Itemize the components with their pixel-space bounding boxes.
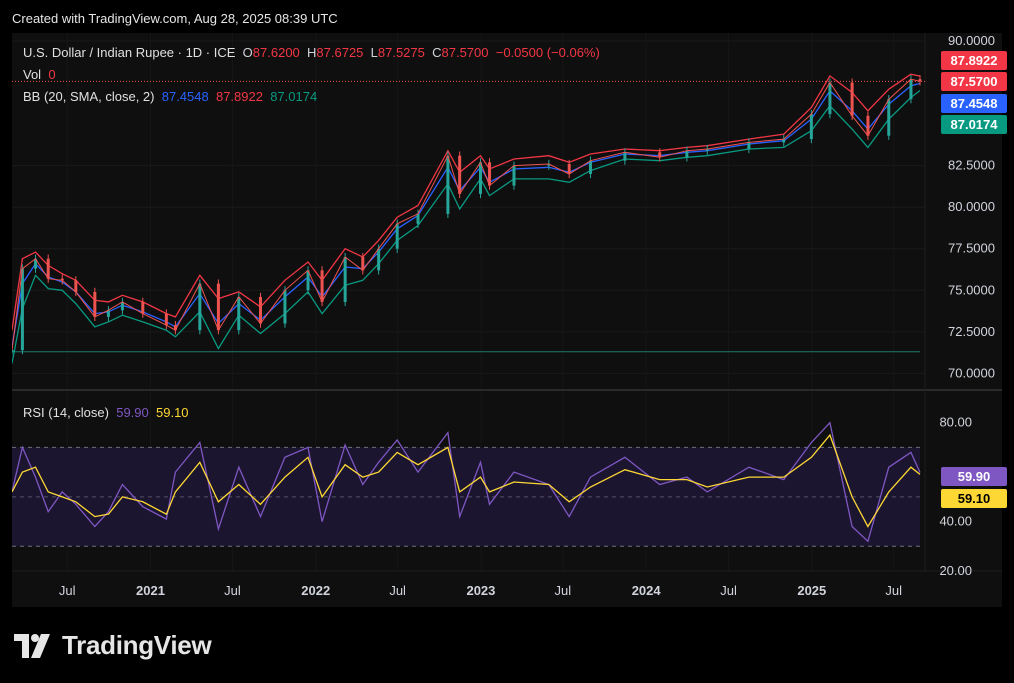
time-tick-label: Jul	[555, 583, 572, 598]
candle-body	[20, 268, 24, 351]
bb-label: BB (20, SMA, close, 2)	[23, 89, 155, 104]
rsi-tick-label: 80.00	[939, 415, 972, 430]
rsi-value: 59.90	[116, 405, 149, 420]
volume-value: 0	[48, 67, 56, 82]
bb-lower-tag: 87.0174	[941, 115, 1007, 134]
time-tick-label: Jul	[885, 583, 902, 598]
close-label: C	[432, 45, 442, 60]
high-label: H	[307, 45, 317, 60]
time-tick-label: 2024	[632, 583, 662, 598]
low-label: L	[370, 45, 378, 60]
bb-basis-line	[12, 82, 921, 347]
candle-body	[216, 283, 220, 331]
candle-body	[259, 296, 263, 324]
price-tick-label: 70.0000	[948, 365, 995, 380]
open-value: 87.6200	[252, 45, 300, 60]
bb-basis-value: 87.4548	[161, 89, 209, 104]
rsi-tick-label: 20.00	[939, 563, 972, 578]
candle-body	[887, 99, 891, 136]
candle-body	[623, 152, 627, 161]
candle-body	[343, 257, 347, 302]
candle-body	[46, 258, 50, 279]
candle-body	[567, 163, 571, 174]
volume-legend[interactable]: Vol 0	[23, 67, 56, 82]
candle-body	[320, 270, 324, 302]
candle-body	[478, 162, 482, 194]
bb-lower-value: 87.0174	[270, 89, 318, 104]
bb-basis-tag: 87.4548	[941, 94, 1007, 113]
tradingview-wordmark: TradingView	[62, 630, 212, 660]
close-line	[12, 78, 921, 351]
time-tick-label: Jul	[720, 583, 737, 598]
candle-body	[512, 165, 516, 186]
chart-canvas[interactable]: 90.0000 82.5000 80.0000 77.5000 75.0000 72.50…	[12, 33, 1002, 607]
rsi-ma-value: 59.10	[156, 405, 189, 420]
rsi-label: RSI (14, close)	[23, 405, 109, 420]
candle-body	[141, 301, 145, 314]
time-tick-label: 2023	[466, 583, 495, 598]
price-tick-label: 90.0000	[948, 33, 995, 48]
rsi-value-tag: 59.90	[941, 467, 1007, 486]
time-tick-label: 2021	[136, 583, 165, 598]
candle-body	[283, 290, 287, 324]
candle-body	[866, 115, 870, 136]
time-tick-label: Jul	[224, 583, 241, 598]
rsi-tick-label: 40.00	[939, 514, 972, 529]
close-value: 87.5700	[441, 45, 489, 60]
rsi-band-layer	[12, 446, 920, 547]
tradingview-logo[interactable]: TradingView	[14, 630, 212, 661]
price-layer	[12, 73, 925, 364]
bb-upper-value: 87.8922	[215, 89, 263, 104]
candle-body	[747, 142, 751, 150]
chart-created-note: Created with TradingView.com, Aug 28, 20…	[12, 11, 338, 26]
symbol-legend[interactable]: U.S. Dollar / Indian Rupee · 1D · ICE O8…	[23, 45, 600, 60]
change-value: −0.0500 (−0.06%)	[495, 45, 600, 60]
high-value: 87.6725	[316, 45, 364, 60]
volume-label: Vol	[23, 67, 42, 82]
candle-body	[120, 301, 124, 311]
price-tick-label: 75.0000	[948, 282, 995, 297]
bb-upper-line	[12, 73, 921, 331]
rsi-ma-tag: 59.10	[941, 489, 1007, 508]
candle-body	[828, 82, 832, 115]
chart-frame[interactable]: 90.0000 82.5000 80.0000 77.5000 75.0000 72.50…	[12, 33, 1007, 607]
symbol-name[interactable]: U.S. Dollar / Indian Rupee · 1D · ICE	[23, 45, 235, 60]
price-tick-label: 80.0000	[948, 199, 995, 214]
candle-body	[458, 155, 462, 194]
open-label: O	[242, 45, 253, 60]
candle-body	[850, 82, 854, 116]
tradingview-logo-icon	[14, 633, 50, 658]
bb-lower-line	[12, 89, 921, 364]
bb-legend[interactable]: BB (20, SMA, close, 2) 87.4548 87.8922 8…	[23, 89, 317, 104]
candle-body	[416, 213, 420, 224]
candle-body	[198, 283, 202, 331]
candle-body	[588, 160, 592, 174]
price-tick-label: 77.5000	[948, 241, 995, 256]
candle-body	[237, 296, 241, 331]
candle-body	[164, 313, 168, 326]
bb-upper-tag: 87.8922	[941, 51, 1007, 70]
candle-body	[93, 291, 97, 317]
candle-body	[377, 248, 381, 271]
candle-body	[909, 79, 913, 100]
time-tick-label: Jul	[59, 583, 76, 598]
time-tick-label: 2025	[797, 583, 826, 598]
candle-body	[446, 155, 450, 214]
price-tick-label: 82.5000	[948, 158, 995, 173]
price-tick-label: 72.5000	[948, 324, 995, 339]
time-tick-label: Jul	[389, 583, 406, 598]
rsi-legend[interactable]: RSI (14, close) 59.90 59.10	[23, 405, 189, 420]
candle-body	[685, 150, 689, 158]
candle-body	[395, 223, 399, 249]
time-tick-label: 2022	[301, 583, 330, 598]
candle-body	[809, 114, 813, 140]
candle-body	[74, 280, 78, 292]
close-price-tag: 87.5700	[941, 72, 1007, 91]
low-value: 87.5275	[377, 45, 425, 60]
